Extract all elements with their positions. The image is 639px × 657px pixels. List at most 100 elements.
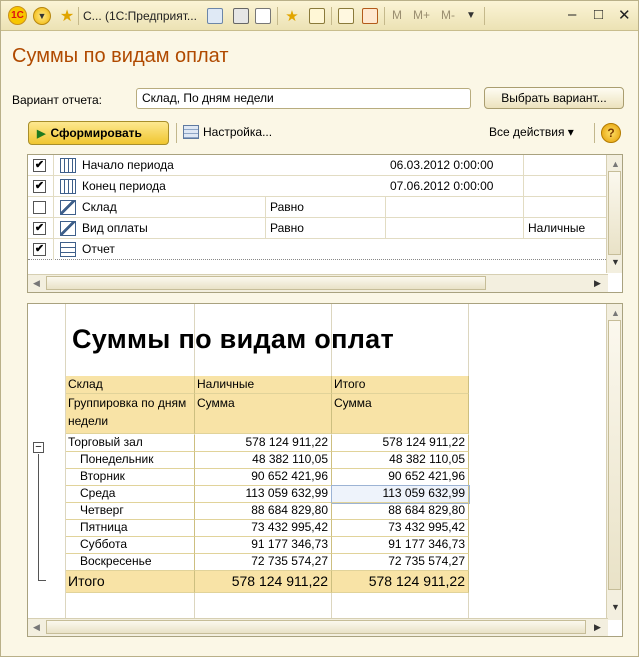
collapse-group-icon[interactable]: − <box>33 442 44 453</box>
checkbox[interactable]: ✔ <box>33 180 46 193</box>
setting-extra <box>524 239 608 260</box>
close-button[interactable]: ✕ <box>618 6 631 24</box>
group-line <box>38 454 39 580</box>
table-cell-total[interactable]: 48 382 110,05 <box>332 452 469 469</box>
checkbox-cell[interactable]: ✔ <box>28 239 54 260</box>
setting-value[interactable] <box>386 218 524 239</box>
checkbox[interactable]: ✔ <box>33 243 46 256</box>
scroll-left-icon[interactable]: ◀ <box>33 278 40 289</box>
print-icon[interactable] <box>233 8 249 24</box>
add-favorite-icon[interactable]: ★ <box>284 6 300 26</box>
table-cell-cash[interactable]: 113 059 632,99 <box>195 486 332 503</box>
table-row-label: Четверг <box>66 503 195 520</box>
table-row-label: Среда <box>66 486 195 503</box>
table-cell-total[interactable]: 578 124 911,22 <box>332 435 469 452</box>
table-cell-total[interactable]: 73 432 995,42 <box>332 520 469 537</box>
total-cell-total[interactable]: 578 124 911,22 <box>332 571 469 593</box>
settings-row[interactable]: ✔ Начало периода 06.03.2012 0:00:00 <box>28 155 608 176</box>
setting-condition[interactable]: Равно <box>266 218 386 239</box>
settings-row[interactable]: ✔ Отчет <box>28 239 608 260</box>
checkbox[interactable] <box>33 201 46 214</box>
setting-value[interactable] <box>386 197 524 218</box>
all-actions-menu[interactable]: Все действия ▾ <box>489 125 574 139</box>
restore-button[interactable]: □ <box>594 6 603 23</box>
play-icon: ▶ <box>37 127 46 140</box>
scroll-up-icon[interactable]: ▲ <box>611 159 620 169</box>
memory-minus-button[interactable]: M- <box>441 8 455 22</box>
separator <box>384 7 385 25</box>
generate-button[interactable]: ▶ Сформировать <box>28 121 169 145</box>
scroll-left-icon[interactable]: ◀ <box>33 622 40 633</box>
scroll-right-icon[interactable]: ▶ <box>594 278 601 289</box>
table-cell-total[interactable]: 72 735 574,27 <box>332 554 469 571</box>
report-title: Суммы по видам оплат <box>72 324 394 354</box>
settings-button-label: Настройка... <box>203 125 273 139</box>
scroll-thumb[interactable] <box>46 276 486 290</box>
setting-condition <box>266 176 386 197</box>
scroll-thumb[interactable] <box>608 320 621 590</box>
calendar-icon <box>60 179 76 194</box>
table-cell-cash[interactable]: 91 177 346,73 <box>195 537 332 554</box>
separator <box>484 7 485 25</box>
table-cell-total-selected[interactable]: 113 059 632,99 <box>331 485 470 504</box>
favorites-star-icon[interactable]: ★ <box>59 6 75 26</box>
help-icon[interactable]: ? <box>601 123 621 143</box>
checkbox-cell[interactable]: ✔ <box>28 176 54 197</box>
main-menu-icon[interactable]: ▼ <box>33 7 51 25</box>
memory-button[interactable]: M <box>392 8 402 22</box>
table-cell-cash[interactable]: 48 382 110,05 <box>195 452 332 469</box>
table-cell-cash[interactable]: 90 652 421,96 <box>195 469 332 486</box>
variant-field[interactable]: Склад, По дням недели <box>136 88 471 109</box>
memory-plus-button[interactable]: M+ <box>413 8 430 22</box>
setting-name: Вид оплаты <box>78 218 266 239</box>
scroll-down-icon[interactable]: ▼ <box>611 602 620 612</box>
preview-icon[interactable] <box>255 8 271 24</box>
table-cell-total[interactable]: 91 177 346,73 <box>332 537 469 554</box>
total-cell-cash[interactable]: 578 124 911,22 <box>195 571 332 593</box>
setting-value <box>386 239 524 260</box>
header-cell: Сумма <box>195 394 332 434</box>
table-cell-total[interactable]: 90 652 421,96 <box>332 469 469 486</box>
minimize-button[interactable]: – <box>568 6 576 23</box>
checkbox-cell[interactable] <box>28 197 54 218</box>
table-cell-cash[interactable]: 72 735 574,27 <box>195 554 332 571</box>
bookmark-icon[interactable] <box>309 8 325 24</box>
table-cell-cash[interactable]: 578 124 911,22 <box>195 435 332 452</box>
setting-condition[interactable]: Равно <box>266 197 386 218</box>
setting-value[interactable]: 06.03.2012 0:00:00 <box>386 155 524 176</box>
scroll-right-icon[interactable]: ▶ <box>594 622 601 633</box>
chevron-down-icon[interactable]: ▼ <box>466 10 476 21</box>
setting-extra[interactable]: Наличные <box>524 218 608 239</box>
checkbox-cell[interactable]: ✔ <box>28 155 54 176</box>
table-cell-cash[interactable]: 73 432 995,42 <box>195 520 332 537</box>
checkbox[interactable]: ✔ <box>33 222 46 235</box>
setting-extra[interactable] <box>524 155 608 176</box>
scroll-down-icon[interactable]: ▼ <box>611 257 620 267</box>
save-icon[interactable] <box>207 8 223 24</box>
settings-row[interactable]: ✔ Конец периода 07.06.2012 0:00:00 <box>28 176 608 197</box>
settings-row[interactable]: ✔ Вид оплаты Равно Наличные <box>28 218 608 239</box>
vertical-scrollbar[interactable]: ▲ ▼ <box>606 304 622 620</box>
horizontal-scrollbar[interactable]: ◀ ▶ <box>28 618 608 636</box>
checkbox[interactable]: ✔ <box>33 159 46 172</box>
app-logo-icon[interactable]: 1С <box>8 6 27 25</box>
horizontal-scrollbar[interactable]: ◀ ▶ <box>28 274 608 292</box>
settings-button[interactable]: Настройка... <box>183 125 272 139</box>
scroll-up-icon[interactable]: ▲ <box>611 308 620 318</box>
separator <box>277 7 278 25</box>
setting-extra[interactable] <box>524 176 608 197</box>
vertical-scrollbar[interactable]: ▲ ▼ <box>606 155 622 273</box>
calendar-icon[interactable] <box>362 8 378 24</box>
report-window: 1С ▼ ★ С... (1С:Предприят... ★ M M+ M- ▼… <box>0 0 639 657</box>
table-cell-cash[interactable]: 88 684 829,80 <box>195 503 332 520</box>
settings-row[interactable]: Склад Равно <box>28 197 608 218</box>
choose-variant-button[interactable]: Выбрать вариант... <box>484 87 624 109</box>
setting-value[interactable]: 07.06.2012 0:00:00 <box>386 176 524 197</box>
setting-name: Начало периода <box>82 158 174 172</box>
scroll-thumb[interactable] <box>46 620 586 634</box>
table-cell-total[interactable]: 88 684 829,80 <box>332 503 469 520</box>
setting-extra[interactable] <box>524 197 608 218</box>
calculator-icon[interactable] <box>338 8 354 24</box>
scroll-thumb[interactable] <box>608 171 621 255</box>
checkbox-cell[interactable]: ✔ <box>28 218 54 239</box>
